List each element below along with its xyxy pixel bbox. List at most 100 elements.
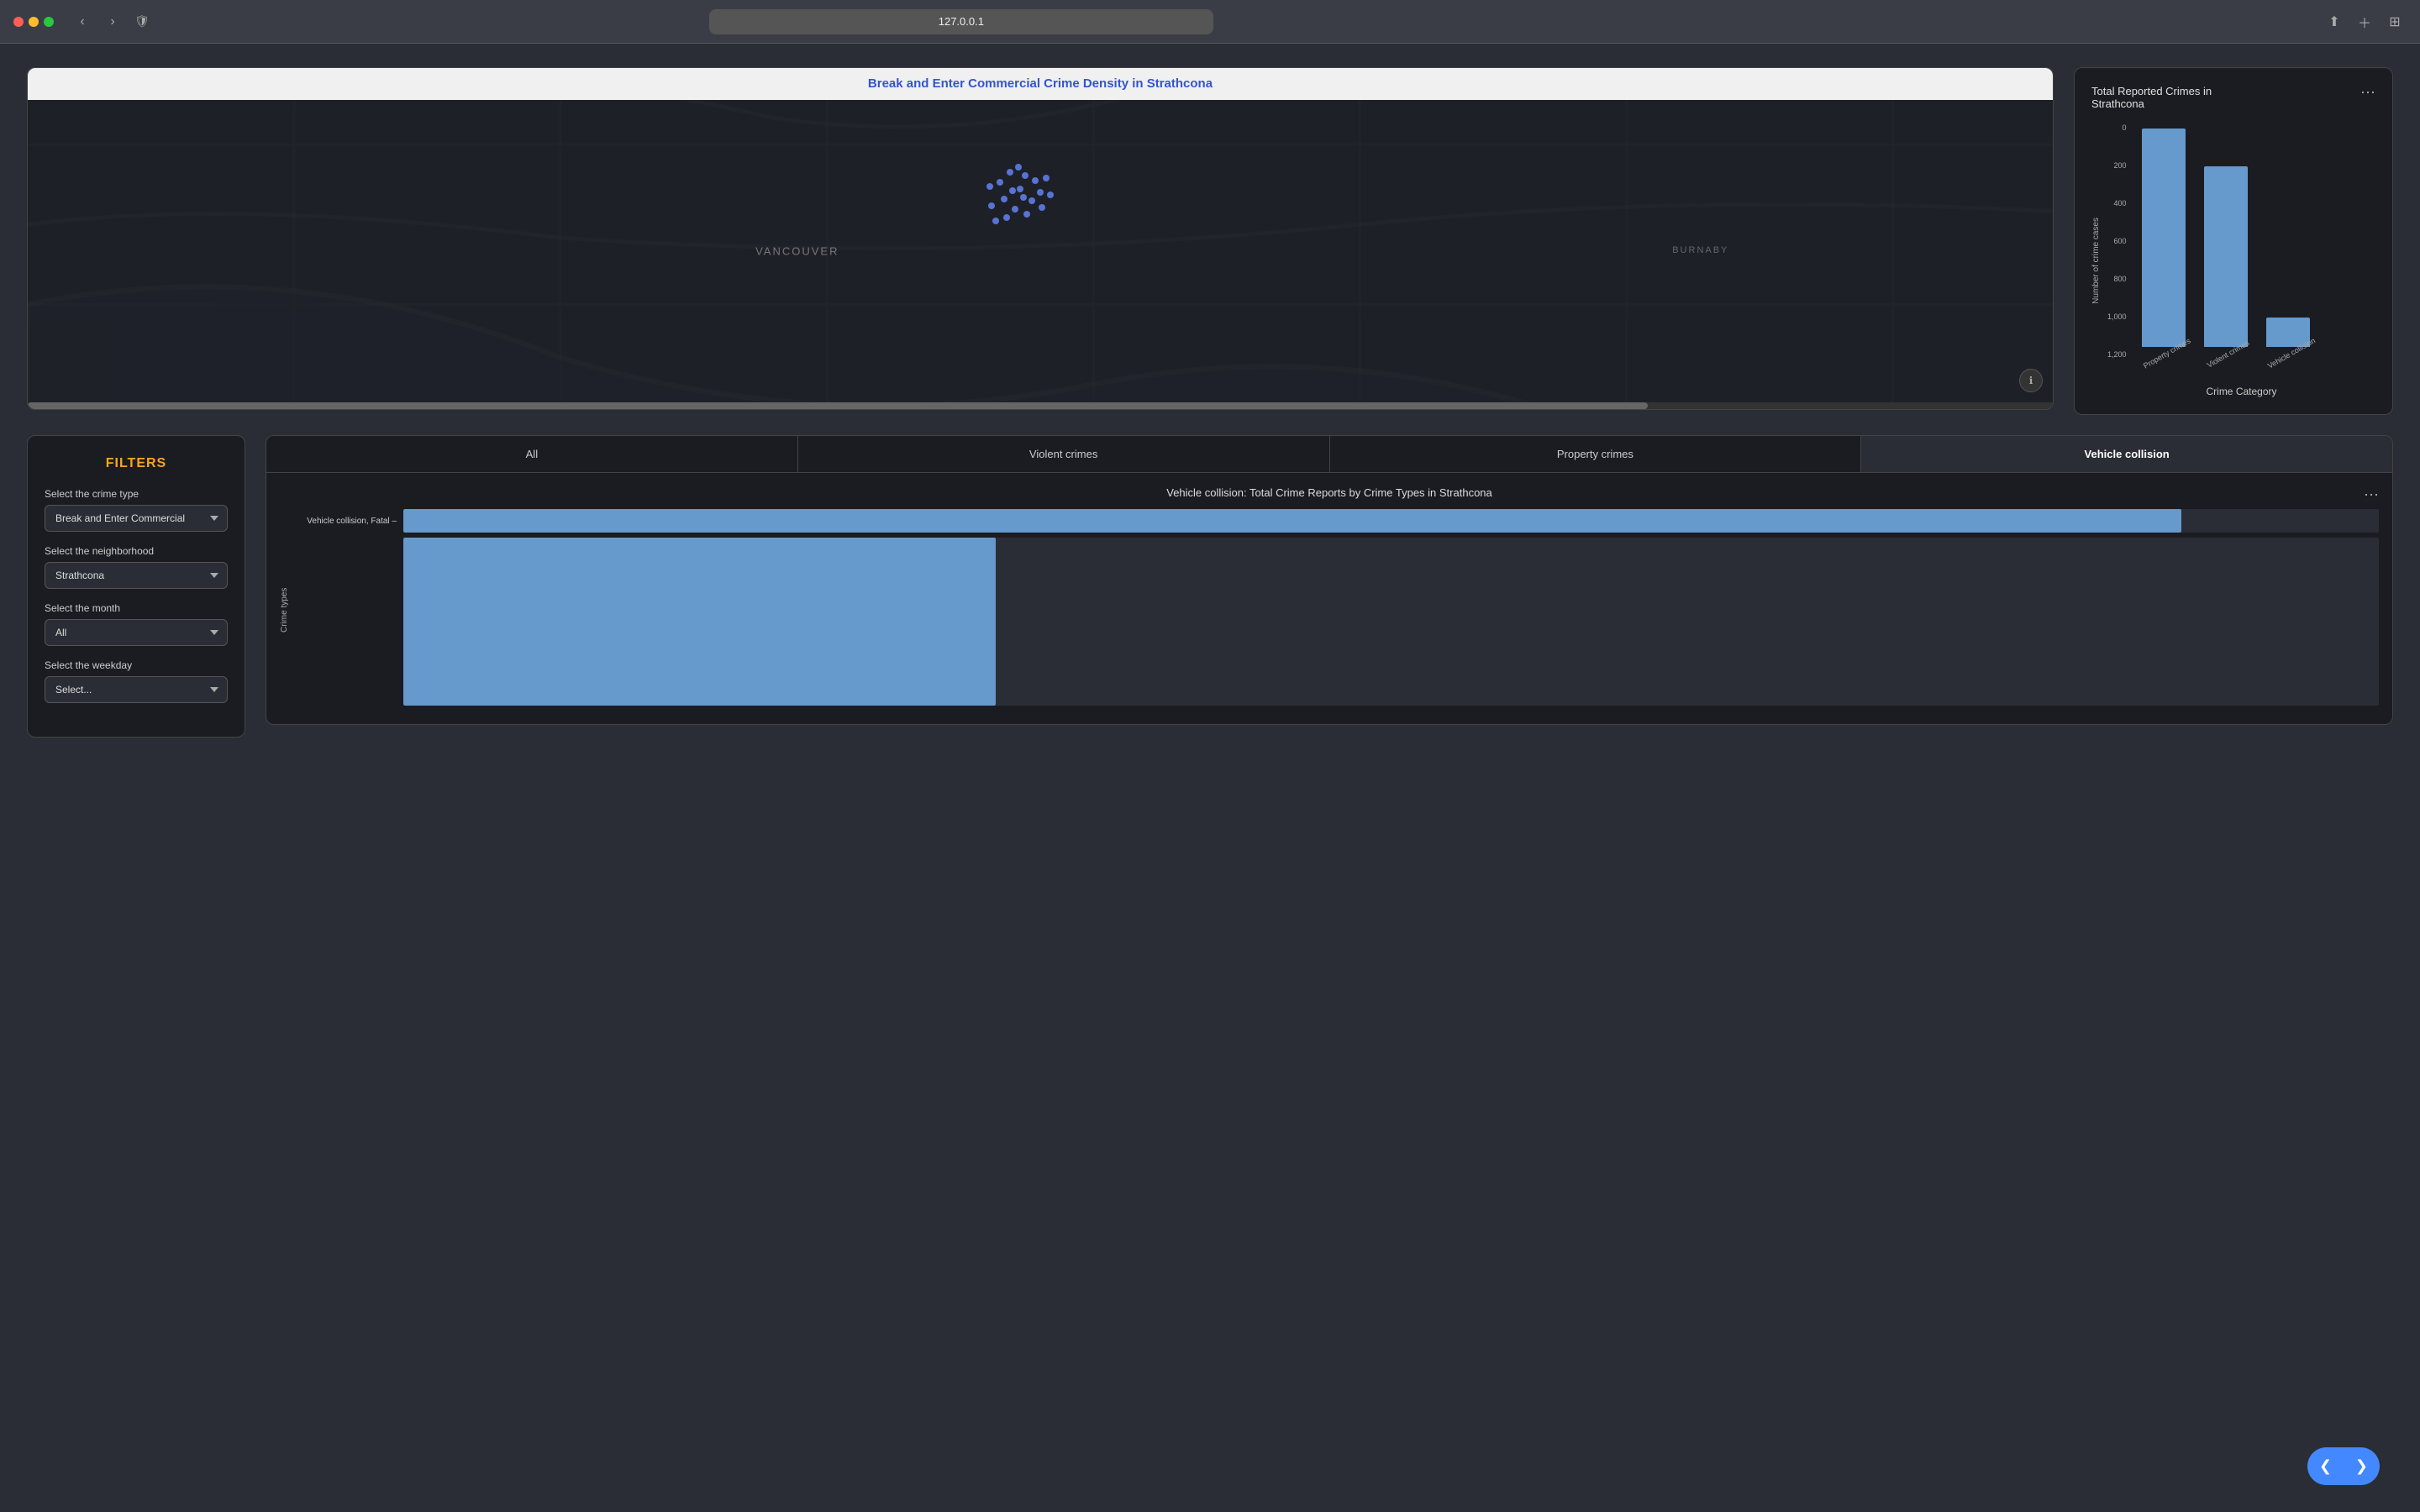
crime-y-axis-label: Crime types (280, 509, 289, 711)
h-bar-label-fatal: Vehicle collision, Fatal – (296, 517, 397, 526)
crime-tabs: All Violent crimes Property crimes Vehic… (266, 436, 2392, 473)
h-bar-track-injury (403, 538, 2379, 706)
crime-dot (1022, 172, 1028, 179)
crime-dot (1037, 189, 1044, 196)
browser-chrome: ‹ › 🛡 ⬆ ＋ ⊞ (0, 0, 2420, 44)
filters-panel: FILTERS Select the crime type Break and … (27, 435, 245, 738)
crime-dot (1047, 192, 1054, 198)
minimize-window-btn[interactable] (29, 17, 39, 27)
chart-area: Number of crime cases 1,200 1,000 800 60… (2091, 123, 2375, 397)
crime-dot (997, 179, 1003, 186)
crime-dot (988, 202, 995, 209)
chart-header: Total Reported Crimes in Strathcona ⋯ (2091, 85, 2375, 110)
map-scrollbar-thumb (28, 402, 1648, 409)
filters-title: FILTERS (45, 456, 228, 471)
browser-navigation: ‹ › (71, 10, 124, 34)
crime-chart-panel: All Violent crimes Property crimes Vehic… (266, 435, 2393, 725)
tab-property-crimes[interactable]: Property crimes (1330, 436, 1862, 472)
window-controls (13, 17, 54, 27)
crime-dot (1009, 187, 1016, 194)
chart-with-bars: 1,200 1,000 800 600 400 200 0 (2107, 123, 2375, 397)
crime-dot (1043, 175, 1050, 181)
bar-group-violent: Violent crimes (2202, 166, 2249, 359)
chart-title: Total Reported Crimes in Strathcona (2091, 85, 2260, 110)
new-tab-button[interactable]: ＋ (2353, 10, 2376, 34)
crime-chart-title: Vehicle collision: Total Crime Reports b… (280, 486, 2379, 499)
y-axis-ticks: 1,200 1,000 800 600 400 200 0 (2107, 123, 2127, 359)
y-axis-label-container: Number of crime cases (2091, 123, 2104, 397)
shield-icon: 🛡 (134, 14, 150, 29)
tabs-button[interactable]: ⊞ (2383, 10, 2407, 34)
month-select[interactable]: All JanuaryFebruaryMarch AprilMayJune Ju… (45, 619, 228, 646)
weekday-select[interactable]: Select... MondayTuesdayWednesday Thursda… (45, 676, 228, 703)
crime-type-select[interactable]: Break and Enter Commercial Theft Assault… (45, 505, 228, 532)
crime-chart-menu-button[interactable]: ⋯ (2364, 486, 2379, 504)
crime-dot (1039, 204, 1045, 211)
y-tick: 200 (2114, 161, 2127, 170)
filter-weekday: Select the weekday Select... MondayTuesd… (45, 659, 228, 703)
crime-chart-inner: Crime types Vehicle collision, Fatal – (280, 509, 2379, 711)
crime-dot (1017, 186, 1023, 192)
filter-month-label: Select the month (45, 602, 228, 614)
h-bar-row-fatal: Vehicle collision, Fatal – (296, 509, 2379, 533)
crime-dot (1007, 169, 1013, 176)
x-axis-title: Crime Category (2107, 386, 2375, 397)
crime-dot (1003, 214, 1010, 221)
bars-with-yaxis: 1,200 1,000 800 600 400 200 0 (2107, 123, 2375, 359)
address-bar[interactable] (709, 9, 1213, 34)
filter-neighborhood: Select the neighborhood Strathcona Downt… (45, 545, 228, 589)
prev-arrow-button[interactable]: ❮ (2307, 1447, 2344, 1485)
crime-dot (1020, 194, 1027, 201)
y-tick: 1,200 (2107, 350, 2127, 359)
tab-vehicle-collision[interactable]: Vehicle collision (1861, 436, 2392, 472)
close-window-btn[interactable] (13, 17, 24, 27)
total-crimes-chart-panel: Total Reported Crimes in Strathcona ⋯ Nu… (2074, 67, 2393, 415)
y-tick: 0 (2123, 123, 2127, 132)
navigation-arrows: ❮ ❯ (2307, 1447, 2380, 1485)
filter-month: Select the month All JanuaryFebruaryMarc… (45, 602, 228, 646)
y-tick: 400 (2114, 199, 2127, 207)
tab-all[interactable]: All (266, 436, 798, 472)
map-container[interactable]: VANCOUVER BURNABY (28, 100, 2053, 402)
tab-violent-crimes[interactable]: Violent crimes (798, 436, 1330, 472)
bar-group-property: Property crimes (2139, 129, 2189, 359)
crime-bars-area: Vehicle collision, Fatal – (289, 509, 2379, 711)
neighborhood-select[interactable]: Strathcona Downtown Mount Pleasant Grand… (45, 562, 228, 589)
bottom-row: FILTERS Select the crime type Break and … (27, 435, 2393, 738)
filter-weekday-label: Select the weekday (45, 659, 228, 671)
map-label-burnaby: BURNABY (1672, 245, 1728, 255)
map-label-vancouver: VANCOUVER (755, 245, 839, 258)
bar-violent-crimes (2204, 166, 2248, 347)
filter-crime-type-label: Select the crime type (45, 488, 228, 500)
map-title: Break and Enter Commercial Crime Density… (868, 76, 1213, 91)
forward-button[interactable]: › (101, 10, 124, 34)
crime-chart-content: Vehicle collision: Total Crime Reports b… (266, 473, 2392, 724)
crime-dot (1012, 206, 1018, 213)
h-bar-fill-fatal (403, 509, 2181, 533)
crime-dot (1015, 164, 1022, 171)
map-panel: Break and Enter Commercial Crime Density… (27, 67, 2054, 410)
h-bar-row-injury (296, 538, 2379, 706)
back-button[interactable]: ‹ (71, 10, 94, 34)
bar-property-crimes (2142, 129, 2186, 347)
chart-menu-button[interactable]: ⋯ (2360, 85, 2375, 100)
share-button[interactable]: ⬆ (2323, 10, 2346, 34)
browser-action-buttons: ⬆ ＋ ⊞ (2323, 10, 2407, 34)
main-content: Break and Enter Commercial Crime Density… (0, 44, 2420, 761)
next-arrow-button[interactable]: ❯ (2344, 1447, 2380, 1485)
y-tick: 600 (2114, 237, 2127, 245)
filter-crime-type: Select the crime type Break and Enter Co… (45, 488, 228, 532)
top-row: Break and Enter Commercial Crime Density… (27, 67, 2393, 415)
crime-dot (986, 183, 993, 190)
map-info-button[interactable]: ℹ (2019, 369, 2043, 392)
maximize-window-btn[interactable] (44, 17, 54, 27)
h-bar-track-fatal (403, 509, 2379, 533)
crime-dot (1032, 177, 1039, 184)
crime-dot (1023, 211, 1030, 218)
bar-group-vehicle: Vehicle collision (2263, 318, 2313, 359)
map-scrollbar[interactable] (28, 402, 2053, 409)
bars-container: Property crimes Violent crimes Vehicle c… (2139, 123, 2313, 359)
y-tick: 1,000 (2107, 312, 2127, 321)
crime-dot (1028, 197, 1035, 204)
filter-neighborhood-label: Select the neighborhood (45, 545, 228, 557)
